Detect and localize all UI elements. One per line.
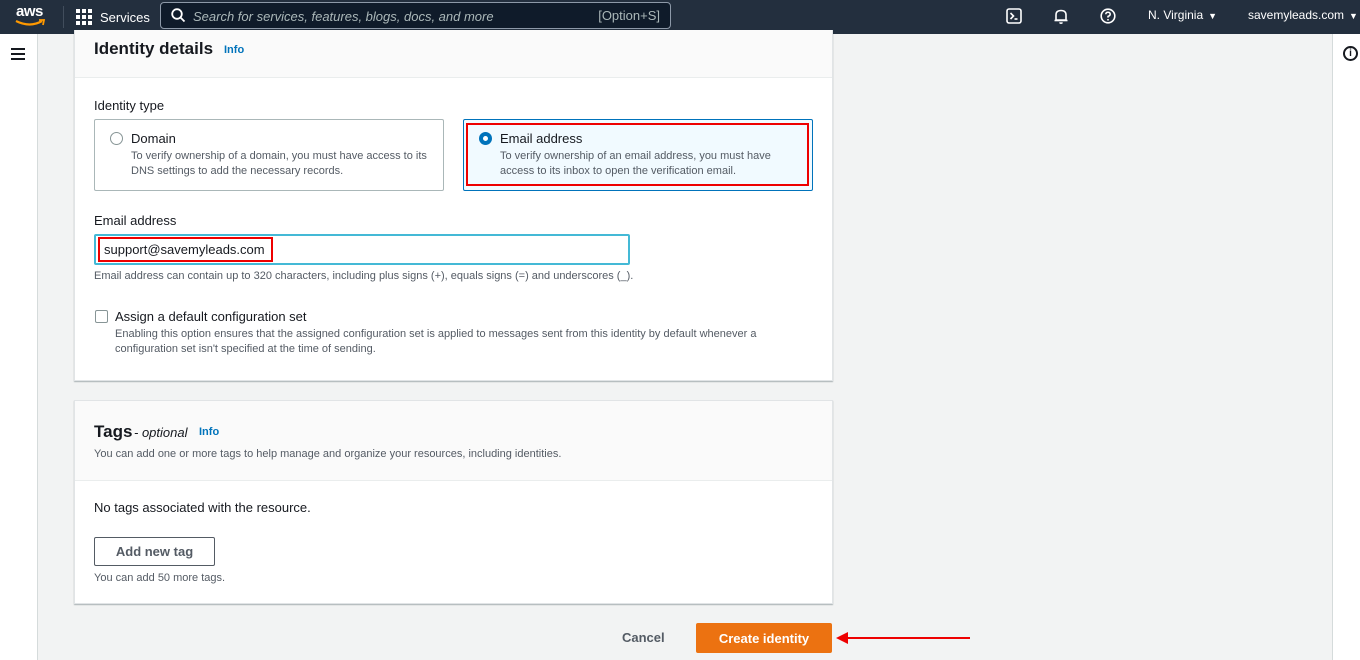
aws-logo[interactable]: aws: [14, 3, 50, 29]
aws-smile-icon: [15, 19, 46, 26]
default-config-set-desc: Enabling this option ensures that the as…: [115, 328, 757, 355]
region-label: N. Virginia: [1148, 8, 1204, 22]
identity-details-title: Identity details: [94, 39, 214, 58]
default-config-set-label: Assign a default configuration set: [115, 309, 307, 324]
tags-empty-state: No tags associated with the resource.: [94, 500, 311, 515]
caret-down-icon: ▼: [1208, 11, 1218, 21]
add-new-tag-button[interactable]: Add new tag: [94, 537, 215, 566]
left-side-rail: [0, 34, 38, 660]
identity-details-header: Identity details Info: [75, 30, 832, 78]
account-menu[interactable]: savemyleads.com ▼: [1248, 8, 1358, 22]
search-input[interactable]: [193, 7, 573, 25]
top-navigation: aws Services [Option+S] N. Virginia ▼ sav…: [0, 0, 1360, 34]
services-menu-button[interactable]: Services: [76, 6, 150, 28]
domain-option-title: Domain: [131, 131, 176, 146]
global-search[interactable]: [Option+S]: [160, 2, 671, 29]
identity-details-info-link[interactable]: Info: [224, 44, 244, 56]
tags-limit-hint: You can add 50 more tags.: [94, 572, 226, 584]
identity-type-domain-tile[interactable]: Domain To verify ownership of a domain, …: [94, 119, 444, 191]
tags-panel: Tags - optional Info You can add one or …: [74, 400, 833, 604]
domain-radio[interactable]: [110, 132, 123, 145]
account-label: savemyleads.com: [1248, 8, 1345, 22]
services-grid-icon: [76, 9, 92, 25]
annotation-arrow-icon: [836, 632, 970, 644]
help-icon[interactable]: [1098, 6, 1118, 26]
domain-option-desc: To verify ownership of a domain, you mus…: [131, 150, 427, 177]
region-selector[interactable]: N. Virginia ▼: [1148, 8, 1217, 22]
tags-title: Tags: [94, 422, 133, 441]
search-icon: [171, 8, 186, 23]
services-label: Services: [100, 9, 150, 25]
cancel-button[interactable]: Cancel: [622, 630, 665, 645]
email-option-desc: To verify ownership of an email address,…: [500, 150, 771, 177]
bell-icon[interactable]: [1051, 6, 1071, 26]
identity-details-panel: Identity details Info Identity type Doma…: [74, 30, 833, 381]
email-address-label: Email address: [94, 213, 177, 228]
tags-description: You can add one or more tags to help man…: [94, 448, 562, 460]
tags-info-link[interactable]: Info: [199, 426, 219, 438]
search-shortcut-hint: [Option+S]: [598, 8, 660, 23]
email-radio[interactable]: [479, 132, 492, 145]
tags-header: Tags - optional Info You can add one or …: [75, 401, 832, 481]
nav-divider: [63, 6, 64, 28]
hamburger-menu-icon[interactable]: [11, 48, 25, 60]
email-address-input[interactable]: [94, 234, 630, 265]
tags-optional-label: - optional: [134, 425, 188, 440]
right-side-rail: i: [1332, 34, 1360, 660]
identity-type-label: Identity type: [94, 98, 165, 113]
identity-type-email-tile[interactable]: Email address To verify ownership of an …: [463, 119, 813, 191]
info-panel-icon[interactable]: i: [1343, 46, 1358, 61]
default-config-set-checkbox[interactable]: [95, 310, 108, 323]
email-address-hint: Email address can contain up to 320 char…: [94, 270, 634, 282]
caret-down-icon: ▼: [1349, 11, 1358, 21]
cloudshell-icon[interactable]: [1004, 6, 1024, 26]
email-option-title: Email address: [500, 131, 583, 146]
create-identity-button[interactable]: Create identity: [696, 623, 832, 653]
